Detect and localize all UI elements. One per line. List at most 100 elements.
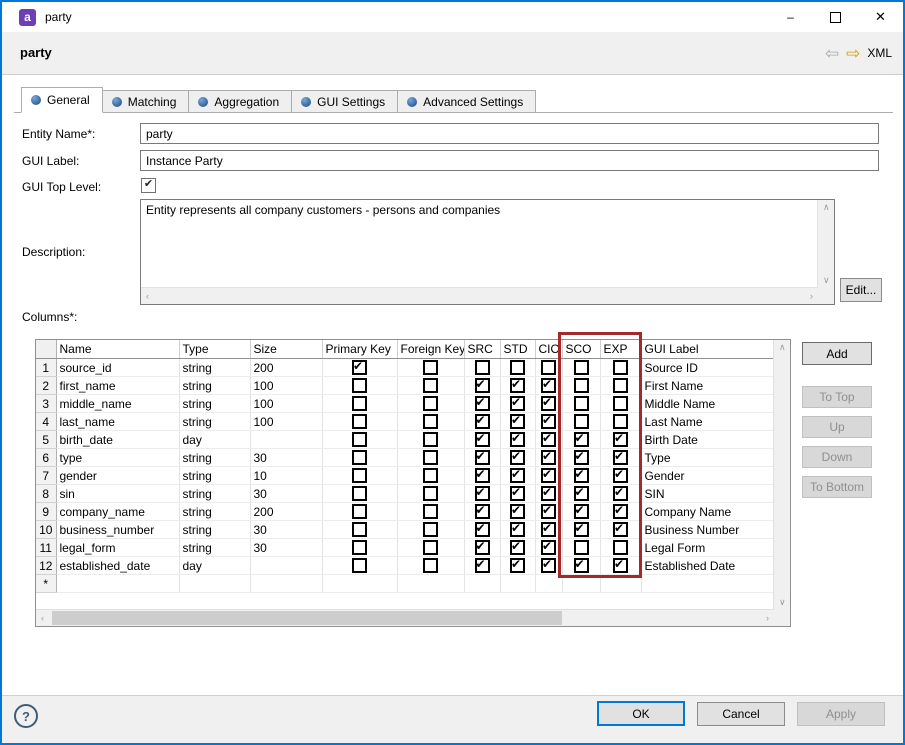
- checkbox-src[interactable]: [464, 413, 500, 431]
- checkbox-sco[interactable]: [562, 503, 600, 521]
- checkbox-std[interactable]: [500, 431, 535, 449]
- description-textarea[interactable]: Entity represents all company customers …: [140, 199, 835, 305]
- checkbox-foreign-key[interactable]: [397, 359, 464, 377]
- cell-type[interactable]: string: [179, 503, 250, 521]
- cell-size[interactable]: 30: [250, 521, 322, 539]
- empty-cell[interactable]: [641, 575, 773, 593]
- checkbox-cio[interactable]: [535, 539, 562, 557]
- scroll-down-icon[interactable]: ∨: [779, 598, 786, 607]
- checkbox-src[interactable]: [464, 485, 500, 503]
- cell-size[interactable]: 200: [250, 359, 322, 377]
- checkbox-exp[interactable]: [600, 521, 641, 539]
- checkbox-primary-key[interactable]: [322, 467, 397, 485]
- cell-size[interactable]: 100: [250, 395, 322, 413]
- checkbox-exp[interactable]: [600, 485, 641, 503]
- cell-type[interactable]: day: [179, 557, 250, 575]
- checkbox-src[interactable]: [464, 503, 500, 521]
- checkbox-exp[interactable]: [600, 413, 641, 431]
- add-button[interactable]: Add: [802, 342, 872, 365]
- to-top-button[interactable]: To Top: [802, 386, 872, 408]
- checkbox-sco[interactable]: [562, 431, 600, 449]
- cell-size[interactable]: [250, 557, 322, 575]
- tab-matching[interactable]: Matching: [102, 90, 190, 113]
- empty-cell[interactable]: [56, 575, 179, 593]
- checkbox-foreign-key[interactable]: [397, 395, 464, 413]
- cell-name[interactable]: type: [56, 449, 179, 467]
- checkbox-std[interactable]: [500, 503, 535, 521]
- tab-advanced-settings[interactable]: Advanced Settings: [397, 90, 536, 113]
- checkbox-cio[interactable]: [535, 503, 562, 521]
- cell-name[interactable]: company_name: [56, 503, 179, 521]
- empty-cell[interactable]: [562, 575, 600, 593]
- cell-gui-label[interactable]: Last Name: [641, 413, 773, 431]
- cell-gui-label[interactable]: Gender: [641, 467, 773, 485]
- checkbox-cio[interactable]: [535, 485, 562, 503]
- checkbox-std[interactable]: [500, 359, 535, 377]
- edit-description-button[interactable]: Edit...: [840, 278, 882, 302]
- checkbox-sco[interactable]: [562, 413, 600, 431]
- checkbox-src[interactable]: [464, 521, 500, 539]
- checkbox-primary-key[interactable]: [322, 557, 397, 575]
- checkbox-cio[interactable]: [535, 359, 562, 377]
- tab-general[interactable]: General: [21, 87, 103, 113]
- checkbox-foreign-key[interactable]: [397, 539, 464, 557]
- cell-name[interactable]: source_id: [56, 359, 179, 377]
- header-std[interactable]: STD: [500, 340, 535, 359]
- scroll-right-icon[interactable]: ›: [766, 614, 769, 623]
- scroll-left-icon[interactable]: ‹: [41, 614, 44, 623]
- checkbox-std[interactable]: [500, 377, 535, 395]
- checkbox-primary-key[interactable]: [322, 359, 397, 377]
- scroll-right-icon[interactable]: ›: [810, 292, 813, 301]
- cell-gui-label[interactable]: Company Name: [641, 503, 773, 521]
- cell-gui-label[interactable]: Middle Name: [641, 395, 773, 413]
- checkbox-sco[interactable]: [562, 521, 600, 539]
- checkbox-foreign-key[interactable]: [397, 377, 464, 395]
- cell-size[interactable]: 100: [250, 413, 322, 431]
- checkbox-std[interactable]: [500, 521, 535, 539]
- checkbox-src[interactable]: [464, 431, 500, 449]
- checkbox-src[interactable]: [464, 467, 500, 485]
- cell-gui-label[interactable]: Business Number: [641, 521, 773, 539]
- checkbox-exp[interactable]: [600, 395, 641, 413]
- checkbox-exp[interactable]: [600, 467, 641, 485]
- cell-gui-label[interactable]: Legal Form: [641, 539, 773, 557]
- checkbox-std[interactable]: [500, 449, 535, 467]
- header-sco[interactable]: SCO: [562, 340, 600, 359]
- checkbox-foreign-key[interactable]: [397, 467, 464, 485]
- checkbox-exp[interactable]: [600, 557, 641, 575]
- cancel-button[interactable]: Cancel: [697, 702, 785, 726]
- cell-size[interactable]: 30: [250, 485, 322, 503]
- checkbox-foreign-key[interactable]: [397, 449, 464, 467]
- cell-name[interactable]: sin: [56, 485, 179, 503]
- checkbox-cio[interactable]: [535, 413, 562, 431]
- checkbox-exp[interactable]: [600, 449, 641, 467]
- checkbox-primary-key[interactable]: [322, 413, 397, 431]
- header-src[interactable]: SRC: [464, 340, 500, 359]
- cell-gui-label[interactable]: Established Date: [641, 557, 773, 575]
- scroll-up-icon[interactable]: ∧: [823, 203, 830, 212]
- checkbox-sco[interactable]: [562, 485, 600, 503]
- cell-type[interactable]: string: [179, 395, 250, 413]
- checkbox-cio[interactable]: [535, 395, 562, 413]
- checkbox-primary-key[interactable]: [322, 503, 397, 521]
- checkbox-src[interactable]: [464, 395, 500, 413]
- gui-label-field[interactable]: Instance Party: [140, 150, 879, 171]
- gui-top-level-checkbox[interactable]: [141, 178, 156, 193]
- checkbox-foreign-key[interactable]: [397, 431, 464, 449]
- cell-type[interactable]: string: [179, 359, 250, 377]
- minimize-button[interactable]: –: [768, 2, 813, 32]
- checkbox-src[interactable]: [464, 539, 500, 557]
- header-exp[interactable]: EXP: [600, 340, 641, 359]
- apply-button[interactable]: Apply: [797, 702, 885, 726]
- checkbox-exp[interactable]: [600, 359, 641, 377]
- checkbox-primary-key[interactable]: [322, 377, 397, 395]
- cell-name[interactable]: gender: [56, 467, 179, 485]
- cell-type[interactable]: string: [179, 413, 250, 431]
- header-cio[interactable]: CIO: [535, 340, 562, 359]
- cell-name[interactable]: middle_name: [56, 395, 179, 413]
- cell-name[interactable]: birth_date: [56, 431, 179, 449]
- cell-size[interactable]: 200: [250, 503, 322, 521]
- header-gui-label[interactable]: GUI Label: [641, 340, 773, 359]
- cell-name[interactable]: first_name: [56, 377, 179, 395]
- empty-cell[interactable]: [464, 575, 500, 593]
